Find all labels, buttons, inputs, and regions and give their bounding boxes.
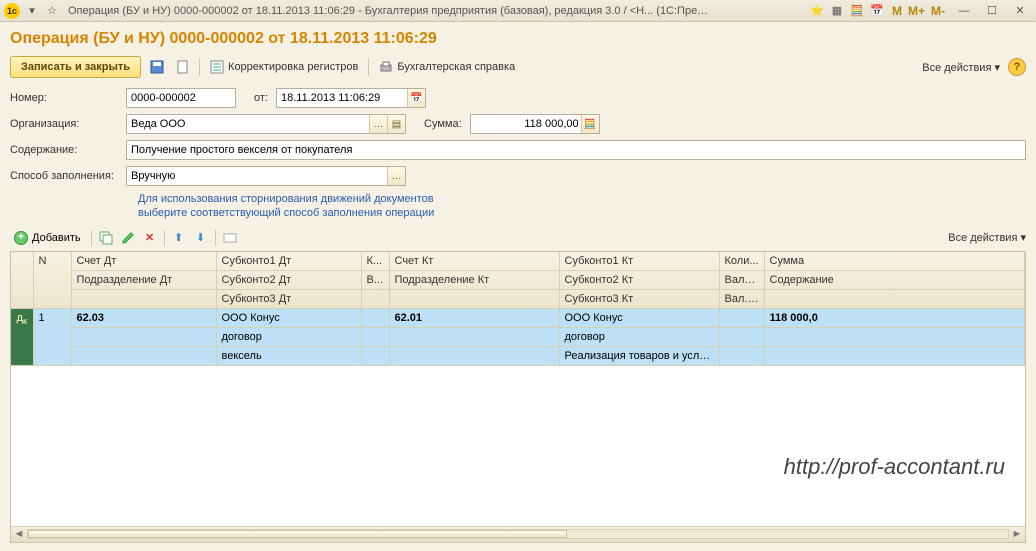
col-sub-dt3[interactable]: Субконто3 Дт bbox=[216, 289, 361, 308]
app-logo-1c-icon: 1c bbox=[4, 3, 20, 19]
more-row-icon[interactable] bbox=[222, 230, 238, 246]
cell-sub-kt2: договор bbox=[559, 327, 719, 346]
org-input[interactable] bbox=[126, 114, 406, 134]
col-div-kt[interactable]: Подразделение Кт bbox=[389, 270, 559, 289]
window-titlebar: 1c ▾ ☆ Операция (БУ и НУ) 0000-000002 от… bbox=[0, 0, 1036, 22]
col-sub-dt2[interactable]: Субконто2 Дт bbox=[216, 270, 361, 289]
accounting-reference-label: Бухгалтерская справка bbox=[397, 61, 515, 73]
m-plus-button[interactable]: M+ bbox=[905, 4, 928, 18]
fill-method-hint: Для использования сторнирования движений… bbox=[138, 192, 1026, 221]
registers-correction-label: Корректировка регистров bbox=[228, 61, 358, 73]
edit-row-icon[interactable] bbox=[120, 230, 136, 246]
close-icon[interactable]: ✕ bbox=[1008, 3, 1032, 19]
col-sub-kt1[interactable]: Субконто1 Кт bbox=[559, 252, 719, 271]
fill-method-select-icon[interactable]: … bbox=[387, 167, 405, 185]
row-marker-icon: дк bbox=[17, 312, 27, 324]
table-row[interactable]: договор договор bbox=[11, 327, 1025, 346]
cell-sub-kt3: Реализация товаров и услуг ... bbox=[559, 346, 719, 365]
fill-method-label: Способ заполнения: bbox=[10, 170, 118, 182]
copy-row-icon[interactable] bbox=[98, 230, 114, 246]
number-label: Номер: bbox=[10, 92, 118, 104]
star-outline-icon[interactable]: ☆ bbox=[44, 3, 60, 19]
cell-acc-dt: 62.03 bbox=[71, 308, 216, 327]
memory-buttons: M M+ M- bbox=[889, 4, 948, 18]
document-icon[interactable] bbox=[173, 57, 193, 77]
col-acc-dt[interactable]: Счет Дт bbox=[71, 252, 216, 271]
scroll-thumb[interactable] bbox=[28, 530, 567, 538]
col-qty[interactable]: Коли... bbox=[719, 252, 764, 271]
help-icon[interactable]: ? bbox=[1008, 58, 1026, 76]
scroll-right-icon[interactable]: ► bbox=[1009, 528, 1025, 540]
col-content[interactable]: Содержание bbox=[764, 270, 1025, 289]
accounting-reference-button[interactable]: Бухгалтерская справка bbox=[375, 58, 519, 76]
sum-label: Сумма: bbox=[424, 118, 462, 130]
grid-icon[interactable]: ▦ bbox=[829, 3, 845, 19]
col-sub-dt1[interactable]: Субконто1 Дт bbox=[216, 252, 361, 271]
cell-acc-kt: 62.01 bbox=[389, 308, 559, 327]
content-input[interactable] bbox=[126, 140, 1026, 160]
m-button[interactable]: M bbox=[889, 4, 905, 18]
rows-toolbar: + Добавить ✕ ⬆ ⬇ Все действия ▾ bbox=[10, 229, 1026, 247]
cell-n: 1 bbox=[33, 308, 71, 365]
table-row[interactable]: вексель Реализация товаров и услуг ... bbox=[11, 346, 1025, 365]
col-sub-kt2[interactable]: Субконто2 Кт bbox=[559, 270, 719, 289]
plus-icon: + bbox=[14, 231, 28, 245]
calendar-icon[interactable]: 📅 bbox=[869, 3, 885, 19]
print-icon bbox=[379, 60, 393, 74]
date-input[interactable] bbox=[276, 88, 426, 108]
content-label: Содержание: bbox=[10, 144, 118, 156]
minimize-icon[interactable]: — bbox=[952, 3, 976, 19]
org-open-icon[interactable]: ▤ bbox=[387, 115, 405, 133]
grid-empty-area: http://prof-accontant.ru bbox=[11, 366, 1025, 526]
cell-sub-dt2: договор bbox=[216, 327, 361, 346]
page-title: Операция (БУ и НУ) 0000-000002 от 18.11.… bbox=[10, 30, 1026, 48]
favorite-icon[interactable]: ⭐ bbox=[809, 3, 825, 19]
col-v[interactable]: В... bbox=[361, 270, 389, 289]
delete-row-icon[interactable]: ✕ bbox=[142, 230, 158, 246]
watermark-url: http://prof-accontant.ru bbox=[784, 454, 1005, 480]
registers-icon bbox=[210, 60, 224, 74]
horizontal-scrollbar[interactable]: ◄ ► bbox=[11, 526, 1025, 542]
calc-icon[interactable]: 🧮 bbox=[849, 3, 865, 19]
dropdown-icon[interactable]: ▾ bbox=[24, 3, 40, 19]
scroll-track[interactable] bbox=[27, 529, 1009, 539]
cell-sub-dt1: ООО Конус bbox=[216, 308, 361, 327]
main-toolbar: Записать и закрыть Корректировка регистр… bbox=[10, 56, 1026, 78]
col-k[interactable]: К... bbox=[361, 252, 389, 271]
calendar-picker-icon[interactable]: 📅 bbox=[407, 89, 425, 107]
save-and-close-button[interactable]: Записать и закрыть bbox=[10, 56, 141, 78]
save-icon[interactable] bbox=[147, 57, 167, 77]
from-label: от: bbox=[254, 92, 268, 104]
col-acc-kt[interactable]: Счет Кт bbox=[389, 252, 559, 271]
col-curr[interactable]: Валю... bbox=[719, 270, 764, 289]
entries-grid: N Счет Дт Субконто1 Дт К... Счет Кт Субк… bbox=[10, 251, 1026, 543]
col-sum[interactable]: Сумма bbox=[764, 252, 1025, 271]
all-actions-dropdown[interactable]: Все действия ▾ bbox=[922, 61, 1000, 74]
col-sub-kt3[interactable]: Субконто3 Кт bbox=[559, 289, 719, 308]
cell-sub-kt1: ООО Конус bbox=[559, 308, 719, 327]
registers-correction-button[interactable]: Корректировка регистров bbox=[206, 58, 362, 76]
add-row-label: Добавить bbox=[32, 232, 81, 244]
col-val[interactable]: Вал. ... bbox=[719, 289, 764, 308]
maximize-icon[interactable]: ☐ bbox=[980, 3, 1004, 19]
fill-method-input[interactable] bbox=[126, 166, 406, 186]
org-label: Организация: bbox=[10, 118, 118, 130]
move-up-icon[interactable]: ⬆ bbox=[171, 230, 187, 246]
col-div-dt[interactable]: Подразделение Дт bbox=[71, 270, 216, 289]
calc-picker-icon[interactable]: 🧮 bbox=[581, 115, 599, 133]
move-down-icon[interactable]: ⬇ bbox=[193, 230, 209, 246]
col-n[interactable]: N bbox=[33, 252, 71, 309]
cell-sub-dt3: вексель bbox=[216, 346, 361, 365]
rows-all-actions-dropdown[interactable]: Все действия ▾ bbox=[948, 232, 1026, 244]
cell-sum: 118 000,0 bbox=[764, 308, 1025, 327]
org-select-icon[interactable]: … bbox=[369, 115, 387, 133]
window-title: Операция (БУ и НУ) 0000-000002 от 18.11.… bbox=[68, 5, 708, 17]
add-row-button[interactable]: + Добавить bbox=[10, 229, 85, 247]
table-row[interactable]: дк 1 62.03 ООО Конус 62.01 ООО Конус 118… bbox=[11, 308, 1025, 327]
m-minus-button[interactable]: M- bbox=[928, 4, 948, 18]
scroll-left-icon[interactable]: ◄ bbox=[11, 528, 27, 540]
number-input[interactable] bbox=[126, 88, 236, 108]
